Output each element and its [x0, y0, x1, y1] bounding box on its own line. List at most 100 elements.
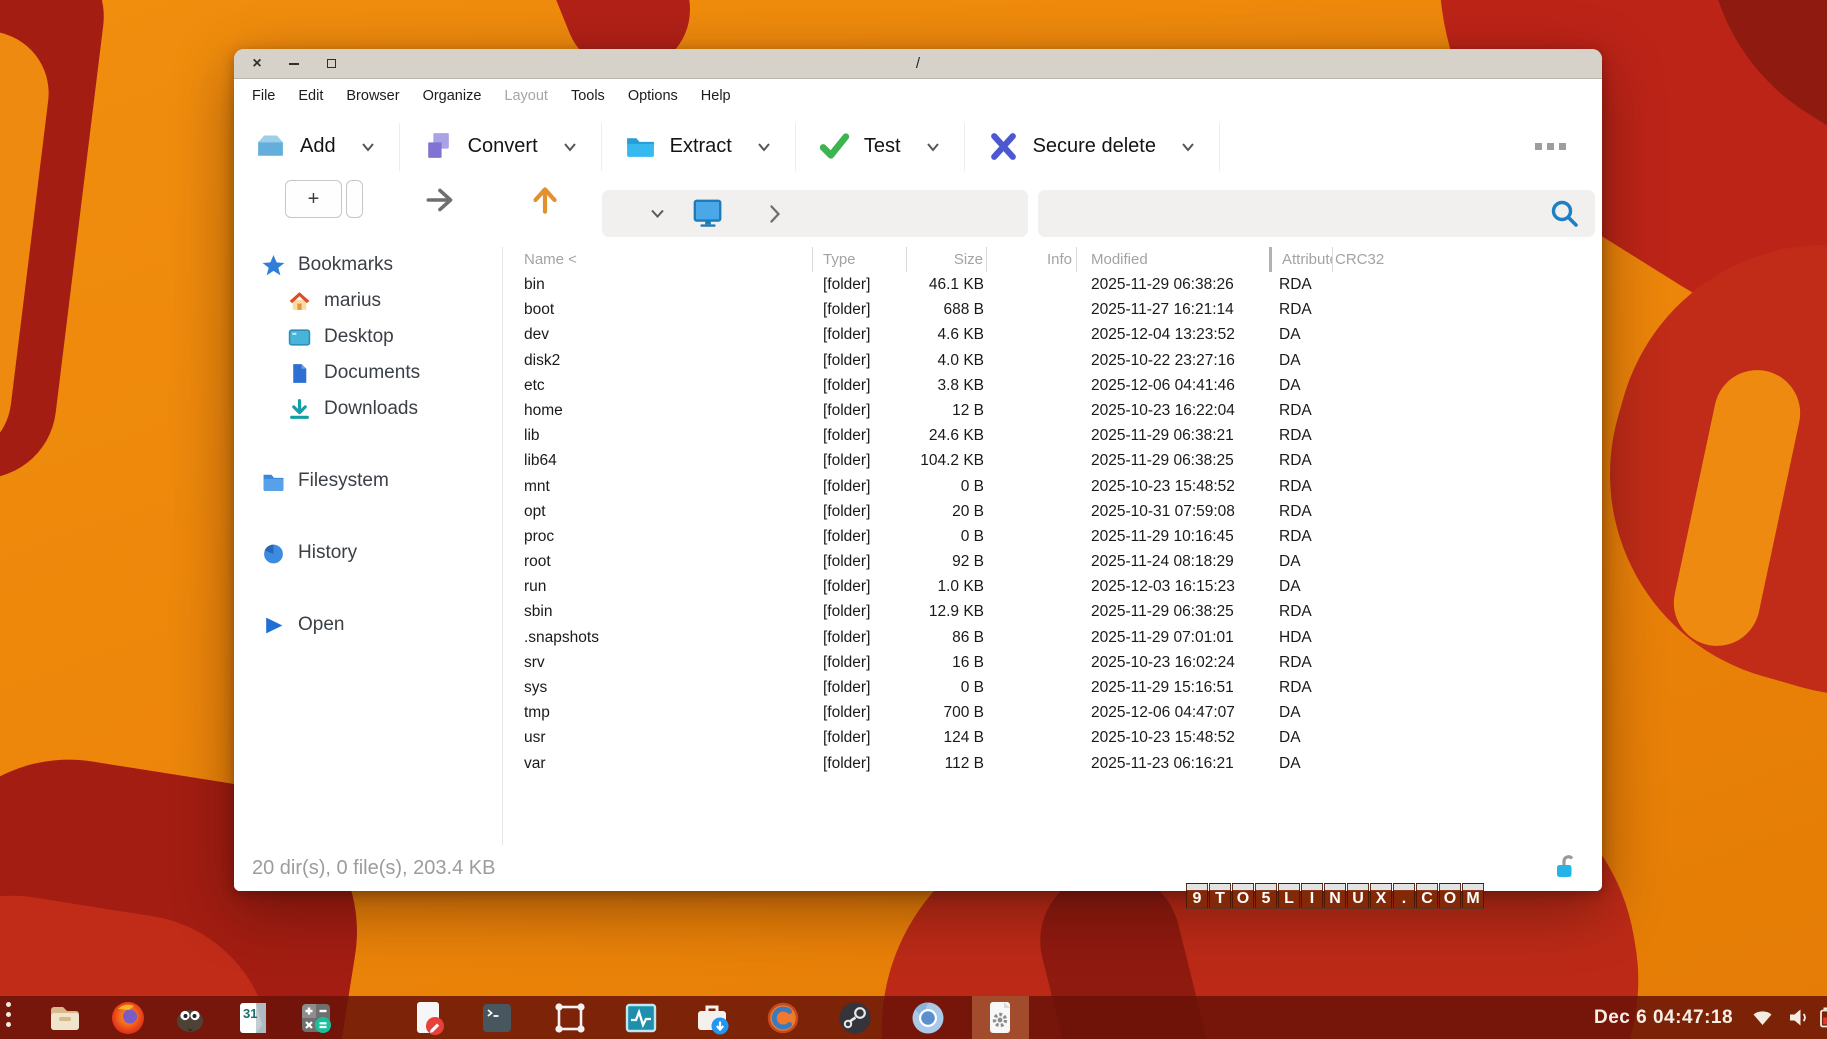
file-modified: 2025-11-29 06:38:26	[1077, 272, 1269, 297]
tab-handle[interactable]	[346, 180, 363, 218]
table-row[interactable]: bin [folder] 46.1 KB 2025-11-29 06:38:26…	[503, 272, 1602, 297]
steam-icon[interactable]	[836, 999, 874, 1037]
menu-file[interactable]: File	[252, 88, 275, 104]
column-header-name[interactable]: Name <	[503, 247, 813, 272]
secure-delete-button[interactable]: Secure delete	[965, 123, 1220, 171]
xnview-icon[interactable]	[764, 999, 802, 1037]
wifi-icon[interactable]	[1750, 1005, 1775, 1030]
file-type: [folder]	[813, 599, 907, 624]
settings-file-icon[interactable]	[981, 999, 1019, 1037]
table-row[interactable]: mnt [folder] 0 B 2025-10-23 15:48:52 RDA	[503, 474, 1602, 499]
file-name: home	[503, 398, 813, 423]
more-tools-button[interactable]	[1535, 143, 1566, 150]
sidebar-item-open[interactable]: Open	[234, 607, 502, 643]
table-row[interactable]: disk2 [folder] 4.0 KB 2025-10-22 23:27:1…	[503, 348, 1602, 373]
sidebar-item-filesystem[interactable]: Filesystem	[234, 463, 502, 499]
menu-edit[interactable]: Edit	[298, 88, 323, 104]
file-attributes: RDA	[1269, 499, 1333, 524]
table-row[interactable]: dev [folder] 4.6 KB 2025-12-04 13:23:52 …	[503, 322, 1602, 347]
extract-button[interactable]: Extract	[602, 123, 796, 171]
table-row[interactable]: run [folder] 1.0 KB 2025-12-03 16:15:23 …	[503, 574, 1602, 599]
column-header-crc32[interactable]: CRC32	[1333, 247, 1602, 272]
unlocked-padlock-icon[interactable]	[1554, 854, 1578, 880]
table-row[interactable]: home [folder] 12 B 2025-10-23 16:22:04 R…	[503, 398, 1602, 423]
file-name: mnt	[503, 474, 813, 499]
gimp-icon[interactable]	[171, 999, 209, 1037]
column-header-attributes[interactable]: Attributes	[1269, 247, 1333, 272]
sidebar-item-bookmarks[interactable]: Bookmarks	[234, 247, 502, 283]
table-row[interactable]: lib [folder] 24.6 KB 2025-11-29 06:38:21…	[503, 423, 1602, 448]
table-row[interactable]: tmp [folder] 700 B 2025-12-06 04:47:07 D…	[503, 700, 1602, 725]
watermark-letter: O	[1232, 883, 1254, 909]
chevron-down-icon[interactable]	[757, 142, 771, 152]
table-row[interactable]: .snapshots [folder] 86 B 2025-11-29 07:0…	[503, 625, 1602, 650]
table-row[interactable]: srv [folder] 16 B 2025-10-23 16:02:24 RD…	[503, 650, 1602, 675]
file-modified: 2025-11-24 08:18:29	[1077, 549, 1269, 574]
chevron-down-icon[interactable]	[926, 142, 940, 152]
sidebar-item-history[interactable]: History	[234, 535, 502, 571]
sidebar-item-documents[interactable]: Documents	[234, 355, 502, 391]
file-size: 1.0 KB	[907, 574, 987, 599]
column-header-modified[interactable]: Modified	[1077, 247, 1269, 272]
taskbar-clock[interactable]: Dec 6 04:47:18	[1594, 996, 1733, 1039]
calendar-icon[interactable]: 31	[234, 999, 272, 1037]
file-attributes: RDA	[1269, 474, 1333, 499]
screen-layout-icon[interactable]	[551, 999, 589, 1037]
search-input[interactable]	[1038, 190, 1595, 237]
computer-icon[interactable]	[691, 198, 725, 230]
sidebar-item-home[interactable]: marius	[234, 283, 502, 319]
table-row[interactable]: etc [folder] 3.8 KB 2025-12-06 04:41:46 …	[503, 373, 1602, 398]
chevron-down-icon[interactable]	[361, 142, 375, 152]
menu-browser[interactable]: Browser	[346, 88, 399, 104]
table-row[interactable]: usr [folder] 124 B 2025-10-23 15:48:52 D…	[503, 725, 1602, 750]
table-row[interactable]: sbin [folder] 12.9 KB 2025-11-29 06:38:2…	[503, 599, 1602, 624]
chevron-down-icon[interactable]	[650, 208, 665, 219]
menu-options[interactable]: Options	[628, 88, 678, 104]
table-row[interactable]: sys [folder] 0 B 2025-11-29 15:16:51 RDA	[503, 675, 1602, 700]
new-tab-button[interactable]: +	[285, 180, 342, 218]
column-header-size[interactable]: Size	[907, 247, 987, 272]
volume-icon[interactable]	[1786, 1005, 1811, 1030]
watermark-letter: T	[1209, 883, 1231, 909]
table-row[interactable]: boot [folder] 688 B 2025-11-27 16:21:14 …	[503, 297, 1602, 322]
table-row[interactable]: opt [folder] 20 B 2025-10-31 07:59:08 RD…	[503, 499, 1602, 524]
file-attributes: DA	[1269, 700, 1333, 725]
add-button[interactable]: Add	[234, 123, 400, 171]
file-manager-icon[interactable]	[46, 999, 84, 1037]
sidebar-item-downloads[interactable]: Downloads	[234, 391, 502, 427]
test-button[interactable]: Test	[796, 123, 965, 171]
app-menu-icon[interactable]	[6, 1002, 11, 1027]
chromium-icon[interactable]	[909, 999, 947, 1037]
menu-tools[interactable]: Tools	[571, 88, 605, 104]
column-header-type[interactable]: Type	[813, 247, 907, 272]
star-icon	[262, 254, 285, 277]
titlebar[interactable]: × /	[234, 49, 1602, 79]
terminal-icon[interactable]	[478, 999, 516, 1037]
breadcrumb[interactable]	[602, 190, 1028, 237]
table-row[interactable]: lib64 [folder] 104.2 KB 2025-11-29 06:38…	[503, 448, 1602, 473]
forward-arrow-icon[interactable]	[423, 182, 459, 218]
file-name: .snapshots	[503, 625, 813, 650]
table-row[interactable]: root [folder] 92 B 2025-11-24 08:18:29 D…	[503, 549, 1602, 574]
chevron-down-icon[interactable]	[563, 142, 577, 152]
convert-button[interactable]: Convert	[400, 123, 602, 171]
software-store-icon[interactable]	[693, 999, 731, 1037]
up-arrow-icon[interactable]	[527, 182, 563, 218]
file-modified: 2025-11-29 10:16:45	[1077, 524, 1269, 549]
menu-help[interactable]: Help	[701, 88, 731, 104]
battery-icon[interactable]	[1813, 1005, 1827, 1030]
column-header-info[interactable]: Info	[987, 247, 1077, 272]
sidebar-item-desktop[interactable]: Desktop	[234, 319, 502, 355]
chevron-down-icon[interactable]	[1181, 142, 1195, 152]
firefox-icon[interactable]	[109, 999, 147, 1037]
calculator-icon[interactable]	[297, 999, 335, 1037]
text-editor-icon[interactable]	[409, 999, 447, 1037]
search-icon[interactable]	[1549, 198, 1580, 229]
file-modified: 2025-12-06 04:41:46	[1077, 373, 1269, 398]
menu-organize[interactable]: Organize	[423, 88, 482, 104]
table-row[interactable]: var [folder] 112 B 2025-11-23 06:16:21 D…	[503, 751, 1602, 776]
table-row[interactable]: proc [folder] 0 B 2025-11-29 10:16:45 RD…	[503, 524, 1602, 549]
file-info	[987, 675, 1077, 700]
file-attributes: RDA	[1269, 448, 1333, 473]
system-monitor-icon[interactable]	[622, 999, 660, 1037]
